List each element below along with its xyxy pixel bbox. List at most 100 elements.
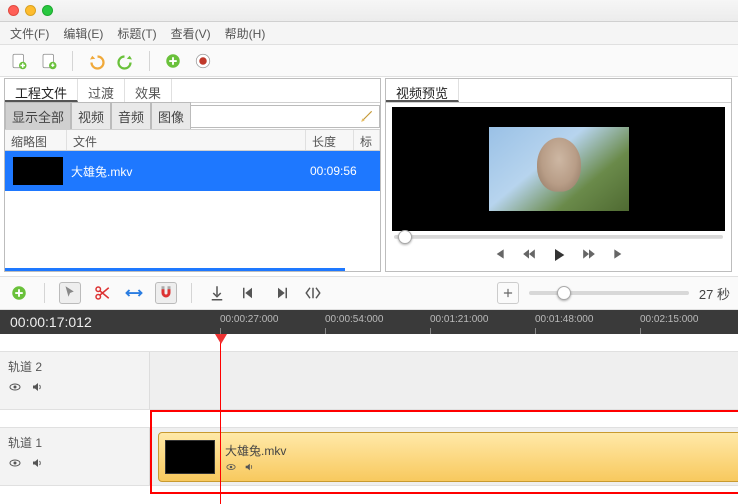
tab-project-files[interactable]: 工程文件: [5, 79, 78, 102]
project-files-panel: 工程文件 过渡 效果 显示全部 视频 音频 图像 缩略图 文件 长度 标: [4, 78, 381, 272]
marker-next-icon: [272, 284, 290, 302]
track-visible-toggle[interactable]: [8, 457, 22, 469]
zoom-in-button[interactable]: [497, 282, 519, 304]
menu-bar: 文件(F) 编辑(E) 标题(T) 查看(V) 帮助(H): [0, 22, 738, 45]
tab-transitions[interactable]: 过渡: [78, 79, 125, 102]
track-audio-toggle[interactable]: [30, 457, 44, 469]
add-track-button[interactable]: [8, 282, 30, 304]
tab-effects[interactable]: 效果: [125, 79, 172, 102]
play-button[interactable]: [551, 247, 567, 263]
track-body[interactable]: 大雄兔.mkv: [150, 428, 738, 485]
forward-button[interactable]: [581, 247, 597, 263]
arrows-horizontal-icon: [125, 284, 143, 302]
file-row[interactable]: 大雄兔.mkv 00:09:56: [5, 151, 380, 191]
menu-file[interactable]: 文件(F): [10, 25, 49, 42]
clip-name: 大雄兔.mkv: [225, 442, 286, 459]
separator: [72, 51, 73, 71]
menu-title[interactable]: 标题(T): [117, 25, 156, 42]
plus-icon: [501, 286, 515, 300]
track-2[interactable]: 轨道 2: [0, 352, 738, 410]
track-header: 轨道 2: [0, 352, 150, 409]
preview-seek-slider[interactable]: [386, 233, 731, 241]
jump-start-button[interactable]: [491, 247, 507, 263]
clear-filter-button[interactable]: [360, 109, 374, 123]
menu-help[interactable]: 帮助(H): [225, 25, 266, 42]
track-1[interactable]: 轨道 1 大雄兔.mkv: [0, 428, 738, 486]
file-thumbnail: [13, 157, 63, 185]
record-button[interactable]: [192, 50, 214, 72]
main-toolbar: [0, 45, 738, 77]
filter-search-input[interactable]: [191, 105, 380, 128]
file-duration: 00:09:56: [310, 164, 380, 178]
speaker-icon: [243, 462, 255, 472]
menu-view[interactable]: 查看(V): [171, 25, 211, 42]
minimize-window-button[interactable]: [25, 5, 36, 16]
snap-button[interactable]: [155, 282, 177, 304]
timeline-clip[interactable]: 大雄兔.mkv: [158, 432, 738, 482]
speaker-icon: [30, 381, 44, 393]
maximize-window-button[interactable]: [42, 5, 53, 16]
preview-viewport: [392, 107, 725, 231]
ruler-tick: 00:02:15:000: [640, 314, 698, 325]
razor-tool-button[interactable]: [91, 282, 113, 304]
magnet-icon: [157, 284, 175, 302]
track-body[interactable]: [150, 352, 738, 409]
file-list: 大雄兔.mkv 00:09:56: [5, 151, 380, 271]
skip-back-icon: [491, 247, 507, 261]
next-marker-button[interactable]: [270, 282, 292, 304]
playhead[interactable]: [220, 334, 221, 504]
tab-video-preview[interactable]: 视频预览: [386, 79, 459, 102]
resize-tool-button[interactable]: [123, 282, 145, 304]
prev-marker-button[interactable]: [238, 282, 260, 304]
rewind-button[interactable]: [521, 247, 537, 263]
col-length[interactable]: 长度: [306, 130, 354, 150]
track-name: 轨道 2: [8, 358, 141, 375]
save-button[interactable]: [38, 50, 60, 72]
preview-frame: [489, 127, 629, 211]
filter-row: 显示全部 视频 音频 图像: [5, 103, 380, 129]
undo-button[interactable]: [85, 50, 107, 72]
broom-icon: [360, 109, 374, 123]
clip-thumbnail: [165, 440, 215, 474]
add-marker-button[interactable]: [206, 282, 228, 304]
ruler-tick: 00:00:27:000: [220, 314, 278, 325]
ruler-tick: 00:01:48:000: [535, 314, 593, 325]
menu-edit[interactable]: 编辑(E): [63, 25, 103, 42]
separator: [191, 283, 192, 303]
track-audio-toggle[interactable]: [30, 381, 44, 393]
timeline-toolbar: 27 秒: [0, 276, 738, 310]
filter-video-button[interactable]: 视频: [71, 102, 111, 131]
separator: [149, 51, 150, 71]
scissors-icon: [93, 284, 111, 302]
eye-icon: [8, 457, 22, 469]
window-titlebar: [0, 0, 738, 22]
file-name: 大雄兔.mkv: [71, 163, 310, 180]
speaker-icon: [30, 457, 44, 469]
close-window-button[interactable]: [8, 5, 19, 16]
filter-audio-button[interactable]: 音频: [111, 102, 151, 131]
document-plus-icon: [10, 52, 28, 70]
col-file[interactable]: 文件: [67, 130, 306, 150]
timeline-ruler[interactable]: 00:00:17:012 00:00:27:000 00:00:54:000 0…: [0, 310, 738, 334]
center-playhead-button[interactable]: [302, 282, 324, 304]
redo-button[interactable]: [115, 50, 137, 72]
filter-image-button[interactable]: 图像: [151, 102, 191, 131]
left-tabs: 工程文件 过渡 效果: [5, 79, 380, 103]
preview-controls: [386, 241, 731, 271]
plus-circle-icon: [10, 284, 28, 302]
jump-end-button[interactable]: [611, 247, 627, 263]
pointer-tool-button[interactable]: [59, 282, 81, 304]
import-button[interactable]: [162, 50, 184, 72]
new-project-button[interactable]: [8, 50, 30, 72]
pointer-icon: [61, 284, 79, 302]
zoom-slider[interactable]: [529, 291, 689, 295]
track-header: 轨道 1: [0, 428, 150, 485]
marker-prev-icon: [240, 284, 258, 302]
file-list-header: 缩略图 文件 长度 标: [5, 129, 380, 151]
record-icon: [194, 52, 212, 70]
col-thumb[interactable]: 缩略图: [5, 130, 67, 150]
preview-panel: 视频预览: [385, 78, 732, 272]
col-tag[interactable]: 标: [354, 130, 380, 150]
filter-all-button[interactable]: 显示全部: [5, 102, 71, 131]
track-visible-toggle[interactable]: [8, 381, 22, 393]
